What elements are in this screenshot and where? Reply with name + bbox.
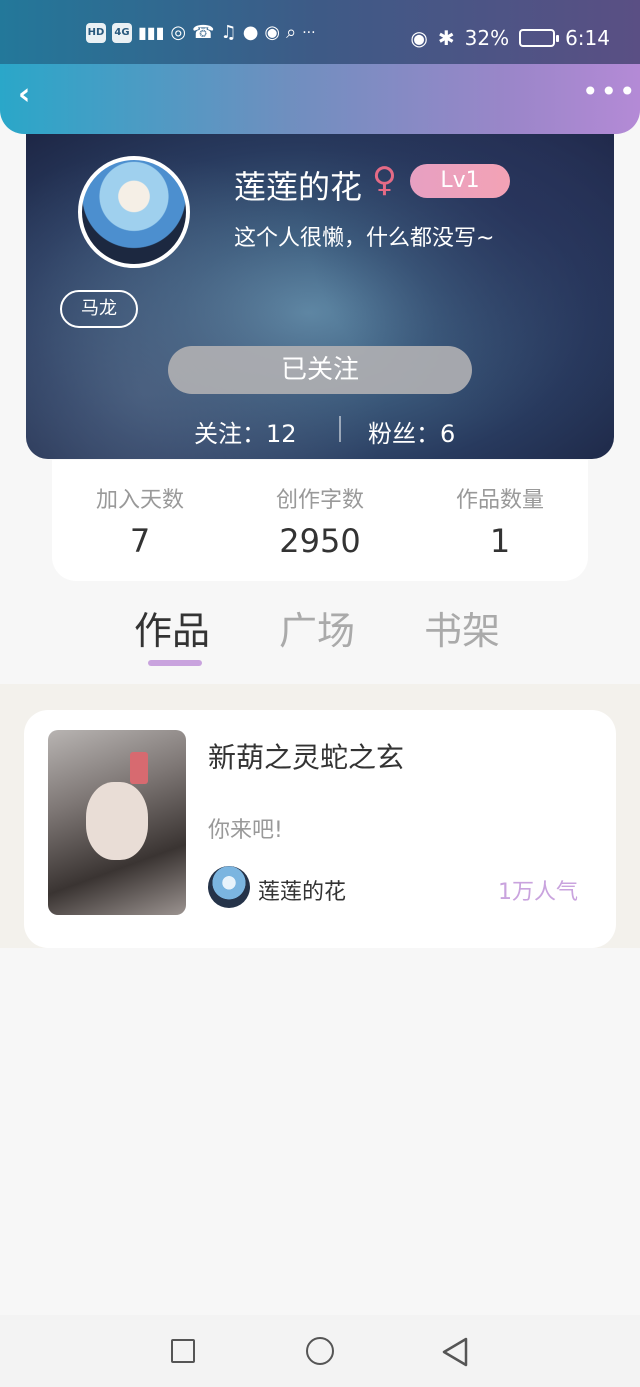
female-icon: ♀	[372, 160, 397, 200]
avatar[interactable]	[78, 156, 190, 268]
following-count[interactable]: 关注：12	[194, 414, 297, 449]
stat-label: 创作字数	[275, 488, 364, 513]
work-title[interactable]: 新葫之灵蛇之玄	[208, 736, 404, 776]
recents-icon[interactable]	[171, 1339, 195, 1363]
more-icon[interactable]: •••	[582, 78, 636, 110]
missed-call-icon: ☎	[192, 22, 215, 43]
tab-indicator	[148, 660, 202, 666]
author-name[interactable]: 莲莲的花	[258, 874, 346, 906]
profile-hero: 莲莲的花 ♀ Lv1 这个人很懒，什么都没写~ 马龙 已关注 关注：12 粉丝：…	[26, 134, 614, 459]
signal-icon: ▮▮▮	[138, 23, 165, 42]
stat-value: 1	[489, 522, 511, 560]
stat-word-count: 创作字数 2950	[240, 482, 400, 560]
search-app-icon: ⌕	[286, 22, 297, 43]
tab-bar: 作品 广场 书架	[0, 596, 640, 684]
status-bar: HD 4G ▮▮▮ ◎ ☎ ♫ ● ◉ ⌕ ··· ◉ ✱ 32% 6:14	[0, 0, 640, 64]
hotspot-icon: ◎	[170, 22, 187, 43]
stat-value: 7	[129, 522, 151, 560]
back-icon[interactable]: ‹	[18, 80, 50, 112]
follow-stats: 关注：12 粉丝：6	[26, 410, 614, 450]
work-cover-image[interactable]	[48, 730, 186, 915]
stat-value: 2950	[279, 522, 361, 560]
tab-works[interactable]: 作品	[134, 600, 210, 655]
status-icons: HD 4G ▮▮▮ ◎ ☎ ♫ ● ◉ ⌕ ···	[86, 22, 316, 43]
stats-card: 加入天数 7 创作字数 2950 作品数量 1	[52, 460, 588, 581]
battery-icon	[519, 29, 560, 47]
username: 莲莲的花	[234, 168, 363, 206]
chat-bubble-icon: ●	[242, 22, 259, 43]
level-badge: Lv1	[410, 164, 510, 198]
cover-hairclip	[130, 752, 148, 784]
clock: 6:14	[565, 26, 610, 50]
tab-square[interactable]: 广场	[279, 600, 355, 655]
battery-percent: 32%	[464, 26, 510, 50]
eye-icon: ◉	[410, 26, 428, 50]
stat-label: 加入天数	[95, 488, 184, 513]
divider	[339, 416, 341, 442]
work-description: 你来吧!	[208, 818, 283, 843]
stat-label: 作品数量	[455, 488, 544, 513]
app-bar: ‹ •••	[0, 64, 640, 128]
overflow-icon: ···	[302, 24, 316, 41]
bio: 这个人很懒，什么都没写~	[234, 226, 495, 251]
home-icon[interactable]	[306, 1337, 334, 1365]
network-4g-icon: 4G	[112, 22, 132, 43]
stat-join-days: 加入天数 7	[60, 482, 220, 560]
tag-chip[interactable]: 马龙	[60, 290, 138, 328]
bluetooth-icon: ✱	[437, 26, 455, 50]
stat-works-count: 作品数量 1	[420, 482, 580, 560]
hd-icon: HD	[86, 22, 106, 43]
wechat-icon: ◉	[264, 22, 281, 43]
fans-count[interactable]: 粉丝：6	[368, 414, 455, 449]
music-icon: ♫	[220, 22, 237, 43]
cover-face	[86, 782, 148, 860]
tab-bookshelf[interactable]: 书架	[424, 600, 500, 655]
system-nav-bar	[0, 1315, 640, 1387]
follow-button[interactable]: 已关注	[168, 346, 472, 394]
works-list: 新葫之灵蛇之玄 你来吧! 莲莲的花 1万人气	[0, 684, 640, 948]
author-avatar[interactable]	[208, 866, 250, 908]
popularity-count: 1万人气	[498, 880, 578, 905]
status-right: ◉ ✱ 32% 6:14	[410, 26, 610, 50]
work-card[interactable]: 新葫之灵蛇之玄 你来吧! 莲莲的花 1万人气	[24, 710, 616, 948]
